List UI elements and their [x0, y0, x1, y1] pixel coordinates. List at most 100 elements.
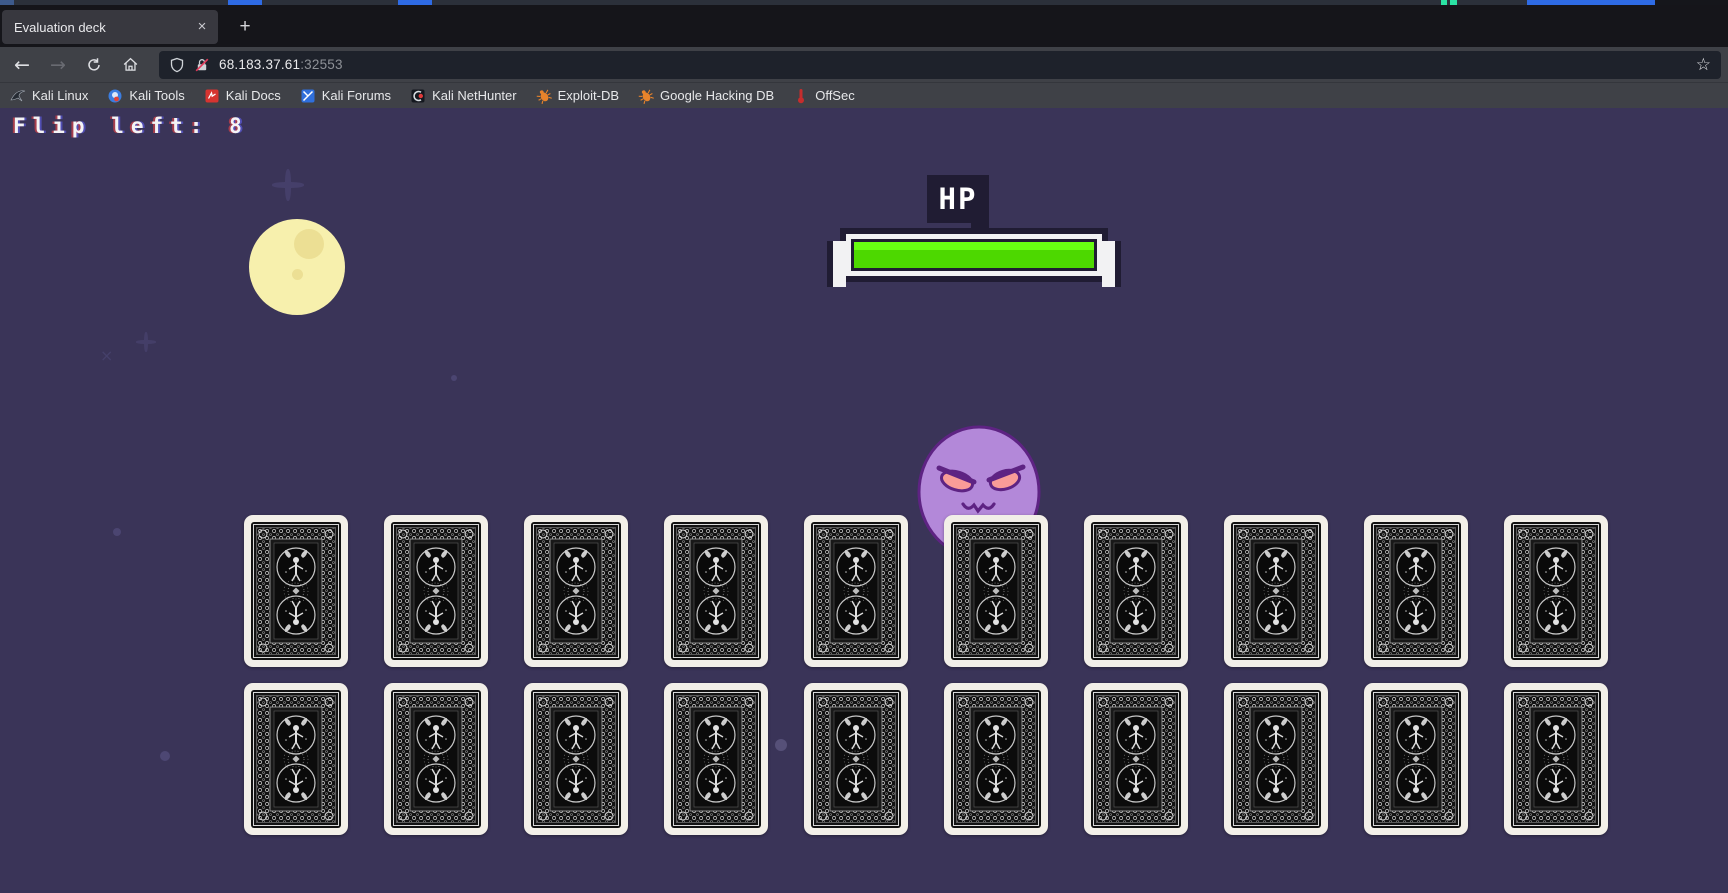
bookmark-label: OffSec	[815, 88, 855, 103]
taskbar-indicator	[1441, 0, 1447, 5]
taskbar-segment	[0, 0, 14, 5]
bookmark-label: Google Hacking DB	[660, 88, 775, 103]
card-back-art	[951, 522, 1041, 660]
bookmark-kali-nethunter[interactable]: Kali NetHunter	[410, 88, 517, 104]
back-button[interactable]: ←	[7, 51, 37, 79]
card-grid	[244, 515, 1608, 835]
bookmark-kali-linux[interactable]: Kali Linux	[10, 88, 88, 104]
new-tab-button[interactable]: +	[230, 12, 260, 42]
card-back[interactable]	[384, 515, 488, 667]
bookmark-label: Kali Docs	[225, 88, 281, 103]
card-back[interactable]	[1504, 683, 1608, 835]
exploit-db-bug-icon	[536, 88, 552, 104]
forward-button[interactable]: →	[43, 51, 73, 79]
moon-crater	[294, 229, 324, 259]
bookmark-offsec[interactable]: OffSec	[793, 88, 855, 104]
star-dot	[113, 528, 121, 536]
kali-nethunter-icon	[410, 88, 426, 104]
card-back-art	[1371, 690, 1461, 828]
card-back-art	[1511, 522, 1601, 660]
flip-counter: Flip left: 8	[13, 114, 249, 138]
moon-crater	[292, 269, 303, 280]
bookmark-kali-forums[interactable]: Kali Forums	[300, 88, 391, 104]
moon	[249, 219, 345, 315]
star-dot	[451, 375, 457, 381]
card-back-art	[671, 522, 761, 660]
taskbar-window-button[interactable]	[228, 0, 262, 5]
tab-bar: Evaluation deck × +	[0, 5, 1728, 47]
nav-toolbar: ← → 68.183.37.61:32553 ☆	[0, 47, 1728, 82]
card-back[interactable]	[1504, 515, 1608, 667]
url-port: :32553	[300, 57, 343, 72]
bookmark-kali-tools[interactable]: Kali Tools	[107, 88, 185, 104]
url-text[interactable]: 68.183.37.61:32553	[219, 57, 1687, 72]
hp-bar	[827, 228, 1121, 287]
card-back-art	[951, 690, 1041, 828]
taskbar-indicator	[1450, 0, 1457, 5]
card-back[interactable]	[944, 683, 1048, 835]
reload-button[interactable]	[79, 51, 109, 79]
card-back-art	[251, 522, 341, 660]
google-hacking-db-bug-icon	[638, 88, 654, 104]
card-back[interactable]	[524, 683, 628, 835]
sparkle-icon	[136, 332, 156, 352]
card-back-art	[1371, 522, 1461, 660]
card-back[interactable]	[1084, 515, 1188, 667]
tab-close-icon[interactable]: ×	[192, 17, 212, 37]
card-back-art	[391, 690, 481, 828]
card-back[interactable]	[1364, 515, 1468, 667]
card-back[interactable]	[384, 683, 488, 835]
insecure-lock-icon[interactable]	[194, 57, 210, 73]
card-back[interactable]	[244, 515, 348, 667]
card-back[interactable]	[664, 683, 768, 835]
card-back[interactable]	[664, 515, 768, 667]
bookmark-exploit-db[interactable]: Exploit-DB	[536, 88, 619, 104]
card-back[interactable]	[244, 683, 348, 835]
taskbar-window-button[interactable]	[398, 0, 432, 5]
tab-title: Evaluation deck	[14, 19, 106, 35]
card-back-art	[1511, 690, 1601, 828]
card-back-art	[811, 522, 901, 660]
home-button[interactable]	[115, 51, 145, 79]
taskbar-segment	[1655, 0, 1728, 5]
sparkle-icon	[272, 169, 304, 201]
bookmark-label: Kali Tools	[129, 88, 185, 103]
card-back-art	[1091, 690, 1181, 828]
card-back-art	[1091, 522, 1181, 660]
card-back-art	[811, 690, 901, 828]
hp-bar-track	[851, 239, 1097, 271]
star-dot	[160, 751, 170, 761]
bookmark-label: Kali Forums	[321, 88, 392, 103]
bookmarks-bar: Kali Linux Kali Tools Kali Docs Kali For…	[0, 82, 1728, 108]
sparkle-x-icon: ×	[100, 346, 114, 365]
card-back-art	[1231, 690, 1321, 828]
card-row	[244, 683, 1608, 835]
url-host: 68.183.37.61	[219, 57, 301, 72]
card-back[interactable]	[1224, 515, 1328, 667]
bookmark-kali-docs[interactable]: Kali Docs	[204, 88, 281, 104]
card-back[interactable]	[1084, 683, 1188, 835]
card-back[interactable]	[1364, 683, 1468, 835]
desktop-top-strip	[0, 0, 1728, 5]
bookmark-star-icon[interactable]: ☆	[1696, 55, 1711, 75]
card-back[interactable]	[804, 683, 908, 835]
game-page: Flip left: 8 × HP	[0, 108, 1728, 893]
bookmark-google-hacking-db[interactable]: Google Hacking DB	[638, 88, 774, 104]
reload-icon	[88, 57, 100, 71]
card-back[interactable]	[1224, 683, 1328, 835]
card-back-art	[1231, 522, 1321, 660]
hp-label: HP	[927, 175, 989, 229]
card-back-art	[671, 690, 761, 828]
kali-forums-icon	[300, 88, 316, 104]
url-bar[interactable]: 68.183.37.61:32553 ☆	[159, 50, 1721, 79]
browser-tab[interactable]: Evaluation deck ×	[2, 10, 218, 44]
card-back[interactable]	[944, 515, 1048, 667]
home-icon	[123, 57, 137, 71]
taskbar-window-button[interactable]	[1527, 0, 1655, 5]
hp-bar-frame	[846, 234, 1102, 276]
card-back[interactable]	[524, 515, 628, 667]
shield-icon[interactable]	[169, 57, 185, 73]
card-back-art	[251, 690, 341, 828]
kali-linux-icon	[10, 88, 26, 104]
card-back[interactable]	[804, 515, 908, 667]
